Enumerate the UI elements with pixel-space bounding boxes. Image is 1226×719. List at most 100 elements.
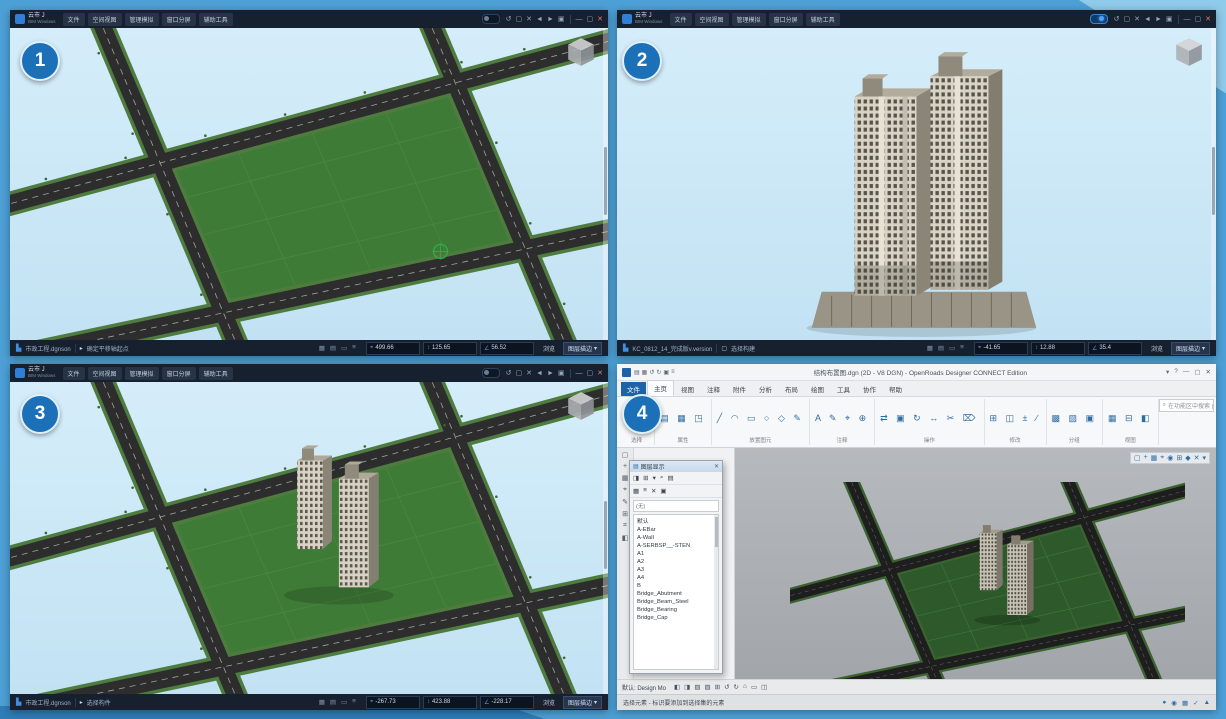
palette-tool-icon[interactable]: ⌕ bbox=[660, 474, 664, 482]
status-tool-icon[interactable]: ≡ bbox=[352, 344, 356, 352]
ribbon-tab[interactable]: 工具 bbox=[831, 382, 856, 396]
menu-item[interactable]: 文件 bbox=[63, 13, 85, 26]
coordinate-field[interactable]: ∠ 35.4 bbox=[1088, 342, 1142, 355]
view-toolbar-icon[interactable]: ⌖ bbox=[1160, 454, 1164, 462]
quick-access-icon[interactable]: ▣ bbox=[663, 369, 669, 376]
level-list-item[interactable]: Bridge_Bearing bbox=[634, 606, 718, 614]
ribbon-tab[interactable]: 协作 bbox=[857, 382, 882, 396]
menu-item[interactable]: 管理模拟 bbox=[125, 13, 159, 26]
view-control-icon[interactable]: ▭ bbox=[751, 683, 757, 691]
palette-tool-icon[interactable]: ▾ bbox=[653, 474, 656, 482]
menu-item[interactable]: 管理模拟 bbox=[732, 13, 766, 26]
view-toolbar-icon[interactable]: ▦ bbox=[1151, 454, 1158, 462]
window-tool-icon[interactable]: ▢ bbox=[516, 15, 523, 23]
scene-roads-buildings[interactable] bbox=[10, 382, 608, 694]
status-tool-icon[interactable]: ▤ bbox=[330, 698, 336, 706]
browse-button[interactable]: 浏览 bbox=[543, 344, 555, 353]
view-control-icon[interactable]: ⌂ bbox=[743, 683, 747, 691]
palette-titlebar[interactable]: ▤ 图层显示 ✕ bbox=[630, 461, 722, 472]
tool-strip-icon[interactable]: ⌖ bbox=[623, 486, 627, 494]
browse-button[interactable]: 浏览 bbox=[1151, 344, 1163, 353]
ribbon-group-icons[interactable]: ⇄ ▣ ↻ ↔ ✂ ⌦ bbox=[880, 400, 978, 436]
level-list-item[interactable]: A1 bbox=[634, 550, 718, 558]
level-list-item[interactable]: A3 bbox=[634, 566, 718, 574]
status-icon[interactable]: ▲ bbox=[1204, 699, 1210, 707]
menu-item[interactable]: 辅助工具 bbox=[806, 13, 840, 26]
ribbon-tab[interactable]: 绘图 bbox=[805, 382, 830, 396]
menu-item[interactable]: 辅助工具 bbox=[199, 367, 233, 380]
menu-item[interactable]: 文件 bbox=[670, 13, 692, 26]
viewport-scrollbar[interactable] bbox=[1211, 28, 1216, 340]
system-control-icon[interactable]: — bbox=[576, 16, 583, 23]
theme-toggle[interactable] bbox=[482, 368, 500, 378]
status-tool-icon[interactable]: ▦ bbox=[319, 698, 325, 706]
ribbon-group-icons[interactable]: ╱ ◠ ▭ ○ ◇ ✎ bbox=[717, 400, 804, 436]
window-tool-icon[interactable]: ◄ bbox=[536, 16, 543, 23]
scene-roads[interactable] bbox=[10, 28, 608, 340]
coordinate-field[interactable]: ⌖ -267.73 bbox=[366, 696, 420, 709]
design-canvas[interactable]: ▢+▦⌖◉⊞◆✕▾ bbox=[735, 448, 1216, 679]
coordinate-field[interactable]: ∠ -228.17 bbox=[480, 696, 534, 709]
ribbon-tab[interactable]: 视图 bbox=[675, 382, 700, 396]
ribbon-group-icons[interactable]: A ✎ ⌖ ⊕ bbox=[815, 400, 869, 436]
menu-item[interactable]: 管理模拟 bbox=[125, 367, 159, 380]
navigation-cube[interactable] bbox=[566, 390, 596, 422]
palette-tool-icon[interactable]: ◨ bbox=[633, 474, 639, 482]
window-tool-icon[interactable]: ↺ bbox=[1114, 15, 1120, 23]
quick-access-icon[interactable]: ↻ bbox=[656, 369, 661, 376]
ribbon-tab[interactable]: 分析 bbox=[753, 382, 778, 396]
system-control-icon[interactable]: ▢ bbox=[587, 369, 594, 377]
status-icon[interactable]: ◉ bbox=[1171, 699, 1177, 707]
level-list-item[interactable]: B bbox=[634, 582, 718, 590]
level-list-item[interactable]: A4 bbox=[634, 574, 718, 582]
viewport-3d[interactable] bbox=[10, 28, 608, 340]
view-control-icon[interactable]: ⊞ bbox=[715, 683, 720, 691]
view-group-label[interactable]: 默认: Design Mo bbox=[622, 683, 666, 692]
tool-strip-icon[interactable]: ⌗ bbox=[623, 522, 627, 530]
ribbon-search[interactable]: ⌕ 在功能区中搜索 (F4) bbox=[1159, 399, 1214, 412]
tool-strip-icon[interactable]: ▦ bbox=[622, 474, 629, 482]
coordinate-field[interactable]: ↕ 423.88 bbox=[423, 696, 477, 709]
window-tool-icon[interactable]: ◄ bbox=[1144, 16, 1151, 23]
window-tool-icon[interactable]: ▣ bbox=[558, 15, 565, 23]
viewport-scrollbar[interactable] bbox=[603, 28, 608, 340]
view-control-icon[interactable]: ▧ bbox=[694, 683, 700, 691]
menu-item[interactable]: 窗口分屏 bbox=[162, 13, 196, 26]
quick-access-icon[interactable]: ↺ bbox=[649, 369, 654, 376]
window-control-icon[interactable]: ▢ bbox=[1194, 368, 1200, 376]
level-display-palette[interactable]: ▤ 图层显示 ✕ ◨⊞▾⌕▤ ▦≡✕▣ (无) 默认A-EBarA-WallA-… bbox=[629, 460, 723, 674]
window-control-icon[interactable]: ? bbox=[1174, 368, 1178, 376]
coordinate-field[interactable]: ↕ 125.65 bbox=[423, 342, 477, 355]
menu-item[interactable]: 窗口分屏 bbox=[162, 367, 196, 380]
scene-mini[interactable] bbox=[790, 482, 1185, 679]
menu-item[interactable]: 窗口分屏 bbox=[769, 13, 803, 26]
view-toolbar-icon[interactable]: ◆ bbox=[1185, 454, 1190, 462]
status-tool-icon[interactable]: ▦ bbox=[927, 344, 933, 352]
ribbon-group-icons[interactable]: ▩ ▨ ▣ bbox=[1052, 400, 1098, 436]
menu-item[interactable]: 辅助工具 bbox=[199, 13, 233, 26]
tool-strip-icon[interactable]: ⊞ bbox=[622, 510, 628, 518]
theme-toggle[interactable] bbox=[1090, 14, 1108, 24]
system-control-icon[interactable]: — bbox=[1184, 16, 1191, 23]
palette-tool-icon[interactable]: ▣ bbox=[660, 487, 666, 495]
quick-access-icon[interactable]: ▦ bbox=[642, 369, 648, 376]
level-list-item[interactable]: 默认 bbox=[634, 515, 718, 526]
view-control-icon[interactable]: ▨ bbox=[704, 683, 710, 691]
ribbon-tab[interactable]: 布局 bbox=[779, 382, 804, 396]
coordinate-field[interactable]: ⌖ 499.66 bbox=[366, 342, 420, 355]
window-tool-icon[interactable]: ► bbox=[547, 16, 554, 23]
view-control-icon[interactable]: ◫ bbox=[761, 683, 767, 691]
status-icon[interactable]: ● bbox=[1162, 699, 1166, 707]
ribbon-group-icons[interactable]: ▤ ▦ ◳ bbox=[660, 400, 706, 436]
close-icon[interactable]: ✕ bbox=[714, 463, 719, 470]
navigation-cube[interactable] bbox=[1174, 36, 1204, 68]
layer-style-dropdown[interactable]: 图层描边 ▾ bbox=[563, 696, 602, 709]
ribbon-tab[interactable]: 主页 bbox=[647, 380, 674, 396]
view-control-icon[interactable]: ↺ bbox=[724, 683, 729, 691]
coordinate-field[interactable]: ∠ 56.52 bbox=[480, 342, 534, 355]
layer-style-dropdown[interactable]: 图层描边 ▾ bbox=[563, 342, 602, 355]
window-tool-icon[interactable]: ↺ bbox=[506, 369, 512, 377]
window-tool-icon[interactable]: ► bbox=[547, 370, 554, 377]
ribbon-tab[interactable]: 附件 bbox=[727, 382, 752, 396]
quick-access-icon[interactable]: ▤ bbox=[634, 369, 640, 376]
